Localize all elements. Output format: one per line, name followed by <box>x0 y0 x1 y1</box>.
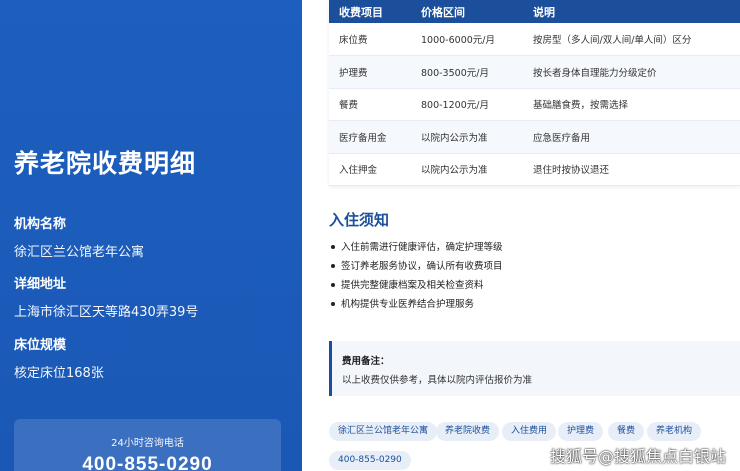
table-cell: 1000-6000元/月 <box>411 23 523 56</box>
scale-block: 床位规模 核定床位168张 <box>14 334 104 381</box>
notice-list: 入住前需进行健康评估，确定护理等级 签订养老服务协议，确认所有收费项目 提供完整… <box>329 238 503 314</box>
list-item: 提供完整健康档案及相关检查资料 <box>329 276 503 295</box>
table-row: 医疗备用金 以院内公示为准 应急医疗备用 <box>329 120 740 154</box>
hotline-number[interactable]: 400-855-0290 <box>14 454 281 471</box>
fee-remark-box: 费用备注： 以上收费仅供参考，具体以院内评估报价为准 <box>329 341 740 396</box>
table-cell: 基础膳食费，按需选择 <box>523 88 740 121</box>
table-cell: 按长者身体自理能力分级定价 <box>523 55 740 89</box>
address-value: 上海市徐汇区天等路430弄39号 <box>14 305 199 320</box>
notice-title: 入住须知 <box>329 211 390 229</box>
list-item-text: 机构提供专业医养结合护理服务 <box>341 299 475 310</box>
bullet-icon <box>331 244 335 249</box>
table-cell: 按房型（多人间/双人间/单人间）区分 <box>523 23 740 56</box>
watermark-text: 搜狐号@搜狐焦点白银站 <box>549 447 726 466</box>
list-item-text: 签订养老服务协议，确认所有收费项目 <box>341 261 503 272</box>
scale-value: 核定床位168张 <box>14 366 104 381</box>
table-cell: 入住押金 <box>329 153 411 186</box>
bullet-icon <box>331 301 335 306</box>
table-cell: 以院内公示为准 <box>411 120 523 154</box>
table-cell: 餐费 <box>329 88 411 121</box>
main-content: 收费项目 价格区间 说明 床位费 1000-6000元/月 按房型（多人间/双人… <box>302 0 740 471</box>
fee-table: 收费项目 价格区间 说明 床位费 1000-6000元/月 按房型（多人间/双人… <box>329 0 740 186</box>
list-item-text: 入住前需进行健康评估，确定护理等级 <box>341 242 503 253</box>
tag-chip[interactable]: 400-855-0290 <box>329 451 411 470</box>
tag-chip[interactable]: 护理费 <box>558 422 604 441</box>
list-item-text: 提供完整健康档案及相关检查资料 <box>341 280 484 291</box>
institution-value: 徐汇区兰公馆老年公寓 <box>14 245 145 260</box>
address-block: 详细地址 上海市徐汇区天等路430弄39号 <box>14 273 198 320</box>
table-cell: 床位费 <box>329 23 411 56</box>
bullet-icon <box>331 282 335 287</box>
column-header-description: 说明 <box>523 0 740 23</box>
table-cell: 医疗备用金 <box>329 120 411 154</box>
bullet-icon <box>331 263 335 268</box>
table-row: 入住押金 以院内公示为准 退住时按协议退还 <box>329 153 740 186</box>
table-row: 餐费 800-1200元/月 基础膳食费，按需选择 <box>329 88 740 121</box>
table-row: 护理费 800-3500元/月 按长者身体自理能力分级定价 <box>329 55 740 89</box>
institution-label: 机构名称 <box>14 217 67 232</box>
page-title: 养老院收费明细 <box>14 149 197 178</box>
remark-text: 以上收费仅供参考，具体以院内评估报价为准 <box>342 375 533 386</box>
tag-chip[interactable]: 餐费 <box>608 422 645 441</box>
table-cell: 退住时按协议退还 <box>523 153 740 186</box>
tag-chip[interactable]: 徐汇区兰公馆老年公寓 <box>329 422 438 441</box>
tag-chip[interactable]: 入住费用 <box>502 422 557 441</box>
scale-label: 床位规模 <box>14 338 67 353</box>
info-sidebar: 养老院收费明细 机构名称 徐汇区兰公馆老年公寓 详细地址 上海市徐汇区天等路43… <box>0 0 302 471</box>
tag-chip[interactable]: 养老院收费 <box>436 422 500 441</box>
hotline-card[interactable]: 24小时咨询电话 400-855-0290 <box>14 419 281 471</box>
table-cell: 护理费 <box>329 55 411 89</box>
table-cell: 800-3500元/月 <box>411 55 523 89</box>
column-header-price: 价格区间 <box>411 0 523 23</box>
table-cell: 以院内公示为准 <box>411 153 523 186</box>
remark-label: 费用备注： <box>342 356 390 367</box>
tag-chip[interactable]: 养老机构 <box>647 422 702 441</box>
list-item: 签订养老服务协议，确认所有收费项目 <box>329 257 503 276</box>
list-item: 机构提供专业医养结合护理服务 <box>329 295 503 314</box>
table-header-row: 收费项目 价格区间 说明 <box>329 0 740 23</box>
table-cell: 800-1200元/月 <box>411 88 523 121</box>
hotline-label: 24小时咨询电话 <box>111 438 184 449</box>
institution-block: 机构名称 徐汇区兰公馆老年公寓 <box>14 213 144 260</box>
column-header-item: 收费项目 <box>329 0 411 23</box>
address-label: 详细地址 <box>14 277 67 292</box>
list-item: 入住前需进行健康评估，确定护理等级 <box>329 238 503 257</box>
table-cell: 应急医疗备用 <box>523 120 740 154</box>
table-row: 床位费 1000-6000元/月 按房型（多人间/双人间/单人间）区分 <box>329 23 740 56</box>
